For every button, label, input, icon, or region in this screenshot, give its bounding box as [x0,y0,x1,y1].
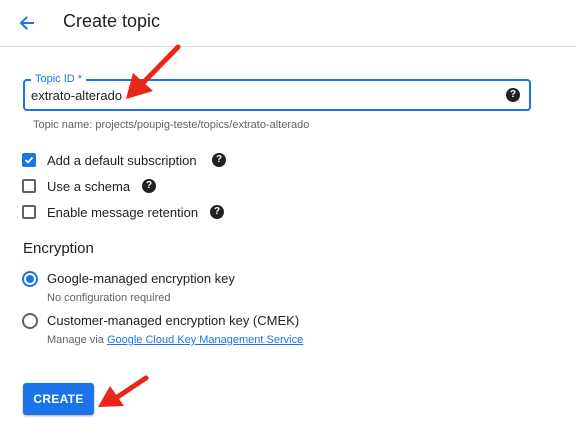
topic-id-label: Topic ID * [31,72,87,86]
help-icon[interactable]: ? [142,179,156,193]
annotation-arrow-icon [98,375,149,407]
annotation-arrow-icon [126,44,181,99]
customer-managed-key-label: Customer-managed encryption key (CMEK) [47,313,300,328]
default-subscription-label: Add a default subscription [47,152,197,168]
header: Create topic [0,0,576,47]
option-use-schema[interactable]: Use a schema [22,177,130,195]
customer-managed-key-description: Manage via [47,334,107,346]
arrow-left-icon [19,16,34,30]
encryption-heading: Encryption [23,240,94,257]
topic-id-input[interactable] [31,86,491,104]
help-icon[interactable]: ? [210,205,224,219]
option-message-retention[interactable]: Enable message retention [22,203,198,221]
customer-managed-key-option[interactable]: Customer-managed encryption key (CMEK) M… [22,312,303,348]
page-title: Create topic [63,11,161,31]
google-managed-key-description: No configuration required [47,292,171,304]
back-button[interactable] [12,9,40,37]
topic-name-hint: Topic name: projects/poupig-teste/topics… [33,119,310,131]
checkmark-icon [24,156,34,164]
topic-id-field[interactable]: Topic ID * ? [23,72,531,111]
help-icon[interactable]: ? [212,153,226,167]
use-schema-label: Use a schema [47,178,131,194]
use-schema-checkbox[interactable] [22,179,36,193]
google-managed-key-radio[interactable] [22,271,38,287]
help-icon[interactable]: ? [506,88,520,102]
option-default-subscription[interactable]: Add a default subscription [22,151,197,169]
kms-link[interactable]: Google Cloud Key Management Service [107,334,303,346]
google-managed-key-label: Google-managed encryption key [47,271,235,286]
default-subscription-checkbox[interactable] [22,153,36,167]
message-retention-label: Enable message retention [47,204,199,220]
create-button[interactable]: CREATE [23,383,94,415]
google-managed-key-option[interactable]: Google-managed encryption key No configu… [22,270,235,306]
customer-managed-key-radio[interactable] [22,313,38,329]
message-retention-checkbox[interactable] [22,205,36,219]
